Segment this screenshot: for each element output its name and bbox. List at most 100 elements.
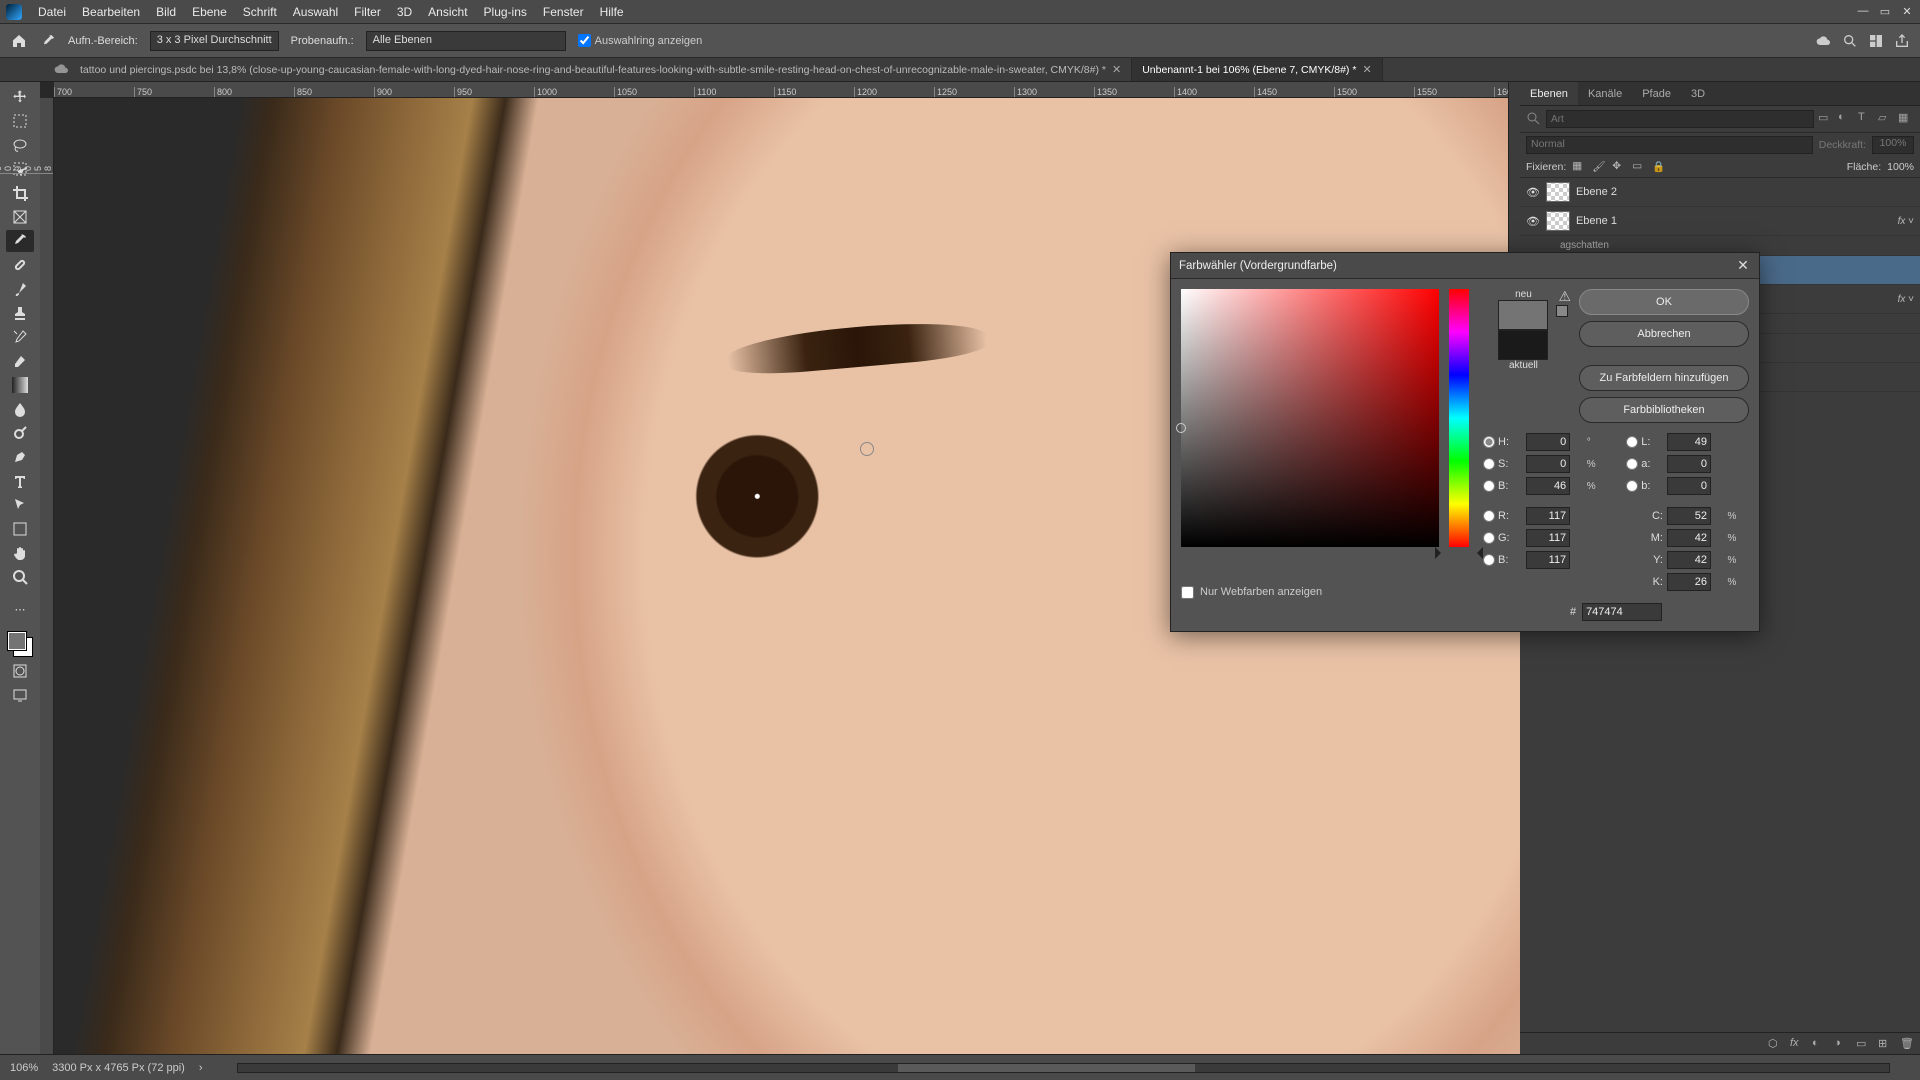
panel-tab-layers[interactable]: Ebenen: [1520, 82, 1578, 105]
screen-mode[interactable]: [6, 684, 34, 706]
lock-paint-icon[interactable]: 🖌: [1592, 160, 1606, 174]
r-radio[interactable]: [1483, 510, 1495, 522]
gamut-warning-icon[interactable]: ⚠: [1558, 289, 1571, 303]
ok-button[interactable]: OK: [1579, 289, 1749, 315]
gradient-tool[interactable]: [6, 374, 34, 396]
hue-pointer[interactable]: [1445, 547, 1473, 559]
document-info[interactable]: 3300 Px x 4765 Px (72 ppi): [52, 1062, 185, 1074]
lab-b-radio[interactable]: [1626, 480, 1638, 492]
h-input[interactable]: [1526, 433, 1570, 451]
layer-thumbnail[interactable]: [1546, 182, 1570, 202]
dialog-close-icon[interactable]: ✕: [1735, 257, 1751, 274]
brush-tool[interactable]: [6, 278, 34, 300]
minimize-icon[interactable]: —: [1856, 5, 1870, 18]
menu-item[interactable]: Plug-ins: [476, 5, 535, 19]
blur-tool[interactable]: [6, 398, 34, 420]
mask-icon[interactable]: ◐: [1812, 1037, 1826, 1051]
visibility-icon[interactable]: 👁: [1526, 215, 1540, 228]
menu-item[interactable]: Hilfe: [592, 5, 632, 19]
lock-all-icon[interactable]: 🔒: [1652, 160, 1666, 174]
lab-b-input[interactable]: [1667, 477, 1711, 495]
web-only-checkbox[interactable]: Nur Webfarben anzeigen: [1181, 586, 1473, 599]
hue-slider[interactable]: [1449, 289, 1469, 547]
y-input[interactable]: [1667, 551, 1711, 569]
add-swatch-button[interactable]: Zu Farbfeldern hinzufügen: [1579, 365, 1749, 391]
filter-smart-icon[interactable]: ▦: [1898, 111, 1914, 127]
new-layer-icon[interactable]: ⊞: [1878, 1037, 1892, 1051]
opacity-input[interactable]: 100%: [1872, 136, 1914, 154]
panel-tab-channels[interactable]: Kanäle: [1578, 82, 1632, 105]
layer-filter-input[interactable]: [1546, 110, 1814, 128]
b-radio[interactable]: [1483, 480, 1495, 492]
layer-name[interactable]: Ebene 1: [1576, 215, 1617, 227]
web-only-input[interactable]: [1181, 586, 1194, 599]
frame-tool[interactable]: [6, 206, 34, 228]
blend-mode-select[interactable]: Normal: [1526, 136, 1813, 154]
l-radio[interactable]: [1626, 436, 1638, 448]
brightness-input[interactable]: [1526, 477, 1570, 495]
layer-row[interactable]: 👁Ebene 2: [1520, 178, 1920, 207]
sample-size-select[interactable]: 3 x 3 Pixel Durchschnitt: [150, 31, 279, 51]
fx-badge[interactable]: fx ˅: [1898, 294, 1914, 305]
filter-adjust-icon[interactable]: ◐: [1838, 111, 1854, 127]
a-radio[interactable]: [1626, 458, 1638, 470]
g-input[interactable]: [1526, 529, 1570, 547]
c-input[interactable]: [1667, 507, 1711, 525]
filter-shape-icon[interactable]: ▱: [1878, 111, 1894, 127]
menu-item[interactable]: Bearbeiten: [74, 5, 148, 19]
visibility-icon[interactable]: 👁: [1526, 186, 1540, 199]
quick-mask[interactable]: [6, 660, 34, 682]
maximize-icon[interactable]: ▭: [1878, 5, 1892, 18]
show-ring-checkbox[interactable]: Auswahlring anzeigen: [578, 34, 703, 47]
panel-tab-3d[interactable]: 3D: [1681, 82, 1715, 105]
menu-item[interactable]: Auswahl: [285, 5, 346, 19]
saturation-value-field[interactable]: [1181, 289, 1439, 547]
link-layers-icon[interactable]: ⬡: [1768, 1037, 1782, 1051]
chevron-right-icon[interactable]: ›: [199, 1062, 203, 1074]
dodge-tool[interactable]: [6, 422, 34, 444]
filter-image-icon[interactable]: ▭: [1818, 111, 1834, 127]
hand-tool[interactable]: [6, 542, 34, 564]
tab-close-icon[interactable]: ✕: [1112, 63, 1121, 76]
search-icon[interactable]: [1842, 33, 1858, 49]
eyedropper-tool[interactable]: [6, 230, 34, 252]
m-input[interactable]: [1667, 529, 1711, 547]
g-radio[interactable]: [1483, 532, 1495, 544]
healing-tool[interactable]: [6, 254, 34, 276]
websafe-cube-icon[interactable]: [1556, 305, 1568, 317]
lock-pixels-icon[interactable]: ▦: [1572, 160, 1586, 174]
delete-layer-icon[interactable]: 🗑: [1900, 1037, 1914, 1051]
stamp-tool[interactable]: [6, 302, 34, 324]
shape-tool[interactable]: [6, 518, 34, 540]
layer-row[interactable]: 👁Ebene 1fx ˅: [1520, 207, 1920, 236]
menu-item[interactable]: Ansicht: [420, 5, 475, 19]
scrollbar-thumb[interactable]: [898, 1064, 1195, 1072]
zoom-tool[interactable]: [6, 566, 34, 588]
lock-artboard-icon[interactable]: ▭: [1632, 160, 1646, 174]
filter-type-icon[interactable]: T: [1858, 111, 1874, 127]
crop-tool[interactable]: [6, 182, 34, 204]
close-icon[interactable]: ✕: [1900, 5, 1914, 18]
workspace-icon[interactable]: [1868, 33, 1884, 49]
blue-input[interactable]: [1526, 551, 1570, 569]
r-input[interactable]: [1526, 507, 1570, 525]
current-color-swatch[interactable]: [1498, 330, 1548, 360]
menu-item[interactable]: Ebene: [184, 5, 235, 19]
color-libraries-button[interactable]: Farbbibliotheken: [1579, 397, 1749, 423]
home-icon[interactable]: [10, 33, 28, 49]
menu-item[interactable]: Filter: [346, 5, 389, 19]
tab-close-icon[interactable]: ✕: [1362, 63, 1371, 76]
eraser-tool[interactable]: [6, 350, 34, 372]
horizontal-scrollbar[interactable]: [237, 1063, 1890, 1073]
bb-radio[interactable]: [1483, 554, 1495, 566]
eyedropper-tool-icon[interactable]: [40, 33, 56, 49]
sv-indicator[interactable]: [1176, 423, 1186, 433]
dialog-titlebar[interactable]: Farbwähler (Vordergrundfarbe) ✕: [1171, 253, 1759, 279]
document-tab[interactable]: Unbenannt-1 bei 106% (Ebene 7, CMYK/8#) …: [1132, 58, 1382, 81]
a-input[interactable]: [1667, 455, 1711, 473]
show-ring-input[interactable]: [578, 34, 591, 47]
zoom-level[interactable]: 106%: [10, 1062, 38, 1074]
share-icon[interactable]: [1894, 33, 1910, 49]
menu-item[interactable]: Bild: [148, 5, 184, 19]
s-input[interactable]: [1526, 455, 1570, 473]
